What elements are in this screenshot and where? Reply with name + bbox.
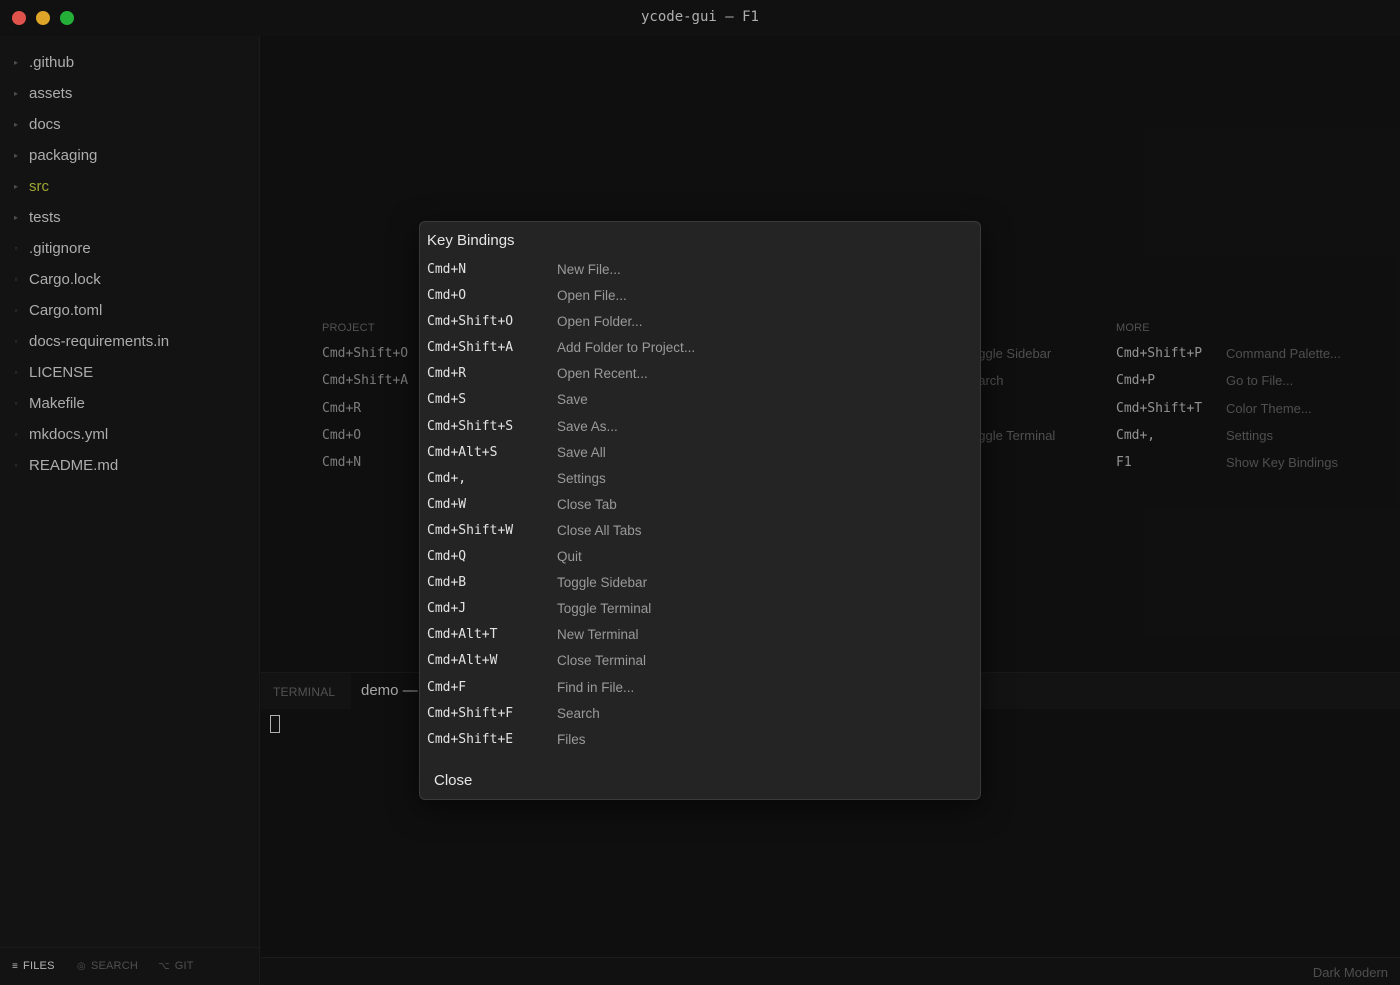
key-binding-action: Quit [557, 549, 582, 565]
key-binding-action: Toggle Sidebar [557, 575, 648, 591]
key-binding-row: Cmd+Shift+E Files [420, 727, 980, 753]
key-binding-shortcut: Cmd+R [427, 366, 467, 382]
key-binding-action: Save [557, 392, 588, 408]
key-binding-shortcut: Cmd+N [427, 262, 467, 277]
key-binding-action: Save As... [557, 418, 618, 434]
key-binding-row: Cmd+Alt+T New Terminal [420, 622, 980, 648]
key-binding-action: Close All Tabs [557, 522, 642, 538]
key-binding-row: Cmd+Shift+A Add Folder to Project... [420, 335, 980, 361]
key-binding-row: Cmd+N New File... [420, 257, 980, 283]
key-binding-row: Cmd+B Toggle Sidebar [420, 570, 980, 596]
key-binding-row: Cmd+Alt+W Close Terminal [420, 648, 980, 674]
key-binding-row: Cmd+Shift+S Save As... [420, 414, 980, 440]
key-binding-action: Search [557, 705, 600, 721]
key-binding-shortcut: Cmd+Shift+F [427, 705, 514, 721]
key-binding-action: Close Terminal [557, 653, 647, 669]
key-binding-row: Cmd+Alt+S Save All [420, 440, 980, 466]
key-binding-shortcut: Cmd+S [427, 392, 467, 408]
key-binding-row: Cmd+S Save [420, 387, 980, 413]
key-binding-row: Cmd+Shift+F Search [420, 701, 980, 727]
key-binding-action: New File... [557, 262, 621, 277]
key-binding-action: Files [557, 731, 586, 747]
key-binding-shortcut: Cmd+Alt+T [427, 627, 498, 643]
key-binding-row: Cmd+J Toggle Terminal [420, 596, 980, 622]
key-binding-shortcut: Cmd+, [427, 470, 467, 486]
key-binding-action: Add Folder to Project... [557, 340, 696, 356]
key-binding-shortcut: Cmd+F [427, 679, 467, 695]
key-binding-action: Close Tab [557, 496, 617, 512]
key-binding-shortcut: Cmd+Shift+W [427, 522, 514, 538]
key-binding-shortcut: Cmd+Shift+S [427, 418, 514, 434]
key-binding-row: Cmd+, Settings [420, 466, 980, 492]
key-binding-action: New Terminal [557, 627, 639, 643]
key-binding-shortcut: Cmd+W [427, 496, 467, 512]
key-binding-action: Settings [557, 470, 606, 486]
key-binding-shortcut: Cmd+O [427, 288, 467, 304]
key-binding-shortcut: Cmd+Shift+A [427, 340, 514, 356]
key-binding-row: Cmd+Shift+O Open Folder... [420, 309, 980, 335]
key-binding-row: Cmd+Q Quit [420, 544, 980, 570]
key-binding-shortcut: Cmd+Q [427, 549, 467, 565]
key-binding-action: Open Recent... [557, 366, 648, 382]
dialog-title: Key Bindings [427, 232, 515, 249]
close-button[interactable]: Close [427, 767, 479, 795]
key-binding-action: Open Folder... [557, 314, 643, 330]
key-binding-shortcut: Cmd+Alt+S [427, 444, 498, 460]
key-binding-shortcut: Cmd+J [427, 601, 467, 617]
key-binding-row: Cmd+F Find in File... [420, 675, 980, 701]
key-binding-row: Cmd+W Close Tab [420, 492, 980, 518]
key-bindings-list[interactable]: Cmd+N New File... Cmd+O Open File... Cmd+Shi… [420, 257, 980, 762]
key-binding-shortcut: Cmd+Shift+O [427, 314, 514, 330]
key-binding-action: Toggle Terminal [557, 601, 652, 617]
key-binding-shortcut: Cmd+B [427, 575, 467, 591]
key-binding-shortcut: Cmd+Shift+E [427, 731, 514, 747]
key-binding-action: Open File... [557, 288, 627, 304]
key-binding-row: Cmd+R Open Recent... [420, 361, 980, 387]
key-bindings-dialog: Key Bindings Cmd+N New File... Cmd+O Open F… [419, 221, 981, 800]
key-binding-shortcut: Cmd+Alt+W [427, 653, 498, 669]
key-binding-action: Find in File... [557, 679, 635, 695]
key-binding-row: Cmd+Shift+W Close All Tabs [420, 518, 980, 544]
key-binding-action: Save All [557, 444, 606, 460]
key-binding-row: Cmd+O Open File... [420, 283, 980, 309]
